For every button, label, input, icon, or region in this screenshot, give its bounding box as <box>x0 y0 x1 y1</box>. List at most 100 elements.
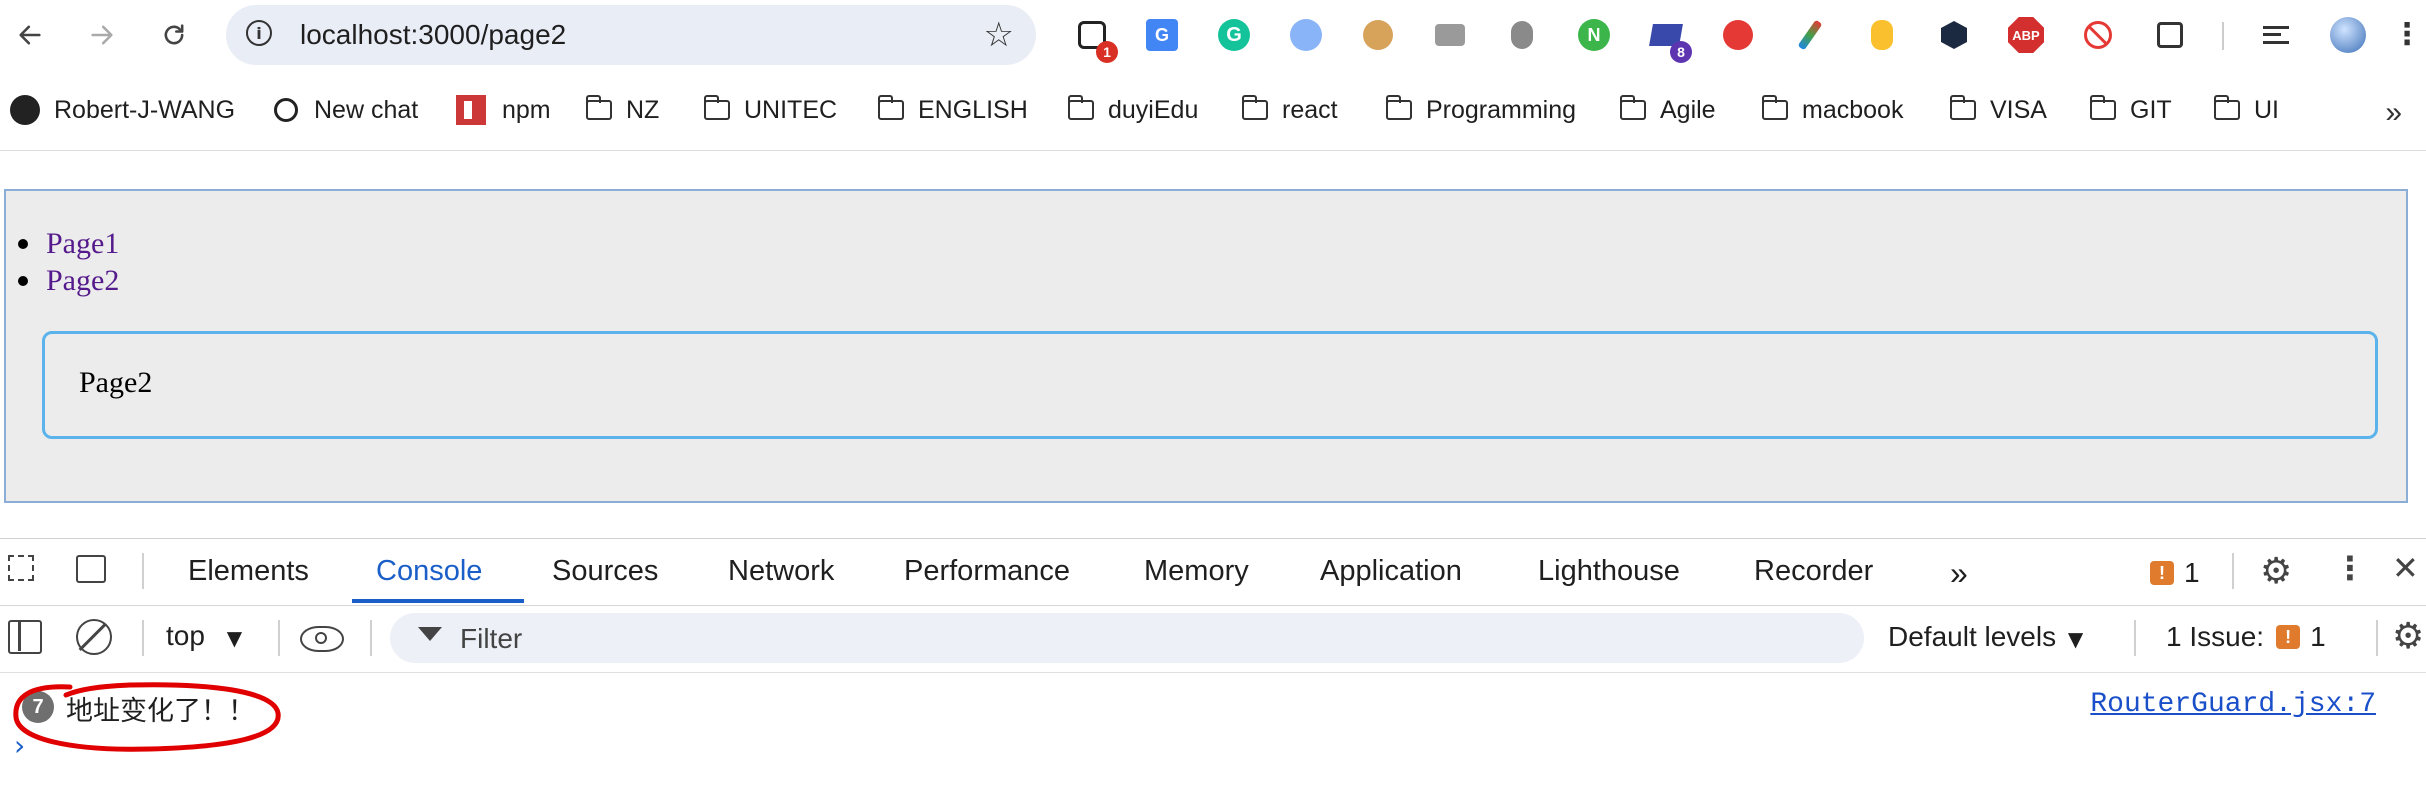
search-lens-icon[interactable] <box>1286 15 1326 55</box>
tab-console[interactable]: Console <box>376 555 482 588</box>
tab-memory[interactable]: Memory <box>1144 555 1249 588</box>
bookmark-folder[interactable]: macbook <box>1761 90 1903 130</box>
site-info-icon[interactable]: i <box>246 20 272 46</box>
sync-icon[interactable] <box>1718 15 1758 55</box>
bookmark-folder[interactable]: NZ <box>585 90 660 130</box>
extension-badge: 8 <box>1670 41 1692 63</box>
profile-avatar-icon[interactable] <box>2328 15 2368 55</box>
divider <box>370 620 372 656</box>
bug-icon[interactable] <box>1502 15 1542 55</box>
log-levels-dropdown[interactable]: Default levels ▼ <box>1888 621 2083 653</box>
issues-label-count: 1 <box>2310 621 2326 652</box>
console-source-link[interactable]: RouterGuard.jsx:7 <box>2090 689 2376 720</box>
settings-gear-icon[interactable]: ⚙ <box>2260 551 2292 592</box>
tab-recorder[interactable]: Recorder <box>1754 555 1873 588</box>
color-picker-icon[interactable] <box>1790 15 1830 55</box>
block-icon[interactable] <box>2078 15 2118 55</box>
bookmark-label: react <box>1282 95 1338 124</box>
devtools-panel: Elements Console Sources Network Perform… <box>0 538 2426 791</box>
chevron-down-icon: ▼ <box>2067 627 2084 651</box>
clear-console-icon[interactable] <box>76 619 112 655</box>
divider <box>2232 553 2234 589</box>
bookmark-folder[interactable]: react <box>1241 90 1338 130</box>
bookmark-folder[interactable]: Agile <box>1619 90 1716 130</box>
bookmark-label: npm <box>502 95 551 124</box>
active-tab-indicator <box>352 599 524 603</box>
device-toolbar-icon[interactable] <box>76 555 116 589</box>
tab-lighthouse[interactable]: Lighthouse <box>1538 555 1680 588</box>
close-icon[interactable]: ✕ <box>2392 549 2419 587</box>
media-queue-icon[interactable] <box>2256 15 2296 55</box>
more-vertical-icon[interactable]: ⋮ <box>2392 15 2422 55</box>
bookmark-item[interactable]: New chat <box>274 90 418 130</box>
bookmark-item[interactable]: Robert-J-WANG <box>10 90 235 130</box>
console-settings-gear-icon[interactable]: ⚙ <box>2392 616 2424 657</box>
forward-button[interactable] <box>82 13 122 57</box>
url-text[interactable]: localhost:3000/page2 <box>300 19 566 51</box>
more-tabs-button[interactable]: » <box>1950 555 1968 592</box>
adblock-plus-icon[interactable]: ABP <box>2006 15 2046 55</box>
folder-icon <box>877 95 904 120</box>
mouse-icon[interactable] <box>1862 15 1902 55</box>
tab-sources[interactable]: Sources <box>552 555 658 588</box>
bookmark-label: ENGLISH <box>918 95 1028 124</box>
bookmarks-bar: Robert-J-WANG New chat npm NZ UNITEC ENG… <box>0 82 2426 138</box>
graduation-cap-icon[interactable]: 8 <box>1646 15 1692 63</box>
folder-icon <box>1067 95 1094 120</box>
folder-icon <box>1761 95 1788 120</box>
eye-icon[interactable] <box>300 626 344 652</box>
grammarly-icon[interactable]: G <box>1214 15 1254 55</box>
cookie-icon[interactable] <box>1358 15 1398 55</box>
bookmark-label: GIT <box>2130 95 2172 124</box>
more-options-icon[interactable]: ⋮ <box>2334 549 2366 587</box>
bookmark-folder[interactable]: UNITEC <box>703 90 837 130</box>
puzzle-icon[interactable] <box>2150 15 2190 55</box>
google-translate-icon[interactable]: G <box>1142 15 1182 55</box>
github-icon <box>10 95 40 125</box>
page-viewport: Page1 Page2 Page2 <box>0 150 2426 539</box>
tab-application[interactable]: Application <box>1320 555 1462 588</box>
reload-button[interactable] <box>154 13 194 57</box>
star-icon[interactable]: ☆ <box>984 15 1014 55</box>
tab-network[interactable]: Network <box>728 555 834 588</box>
bookmarks-overflow-button[interactable]: » <box>2385 96 2402 130</box>
dark-hex-icon[interactable] <box>1934 15 1974 55</box>
tab-performance[interactable]: Performance <box>904 555 1070 588</box>
issues-link[interactable]: 1 Issue: ! 1 <box>2166 621 2326 653</box>
sidebar-toggle-icon[interactable] <box>8 620 42 654</box>
node-icon[interactable]: N <box>1574 15 1614 55</box>
levels-label: Default levels <box>1888 621 2057 652</box>
bookmark-label: Programming <box>1426 95 1577 124</box>
filter-input[interactable]: Filter <box>390 613 1864 663</box>
issues-button[interactable]: ! 1 <box>2150 557 2200 589</box>
bookmark-label: New chat <box>314 95 419 124</box>
tab-elements[interactable]: Elements <box>188 555 309 588</box>
folder-icon <box>2089 95 2116 120</box>
bookmark-folder[interactable]: Programming <box>1385 90 1577 130</box>
bookmark-item[interactable]: npm <box>456 90 551 130</box>
bookmark-folder[interactable]: duyiEdu <box>1067 90 1199 130</box>
address-bar[interactable]: i localhost:3000/page2 ☆ <box>226 5 1036 65</box>
bookmark-label: duyiEdu <box>1108 95 1199 124</box>
arrow-right-icon <box>91 25 113 45</box>
folder-icon <box>703 95 730 120</box>
reload-icon <box>164 24 184 45</box>
camera-icon[interactable] <box>1430 15 1470 55</box>
openai-icon <box>274 98 298 122</box>
bookmark-folder[interactable]: ENGLISH <box>877 90 1028 130</box>
page2-link[interactable]: Page2 <box>46 264 119 298</box>
inspect-element-icon[interactable] <box>8 555 42 589</box>
divider <box>142 620 144 656</box>
bookmark-folder[interactable]: VISA <box>1949 90 2047 130</box>
console-message-row: 7 地址变化了！！ RouterGuard.jsx:7 <box>0 679 2426 729</box>
bookmark-label: NZ <box>626 95 660 124</box>
route-content-text: Page2 <box>79 366 153 399</box>
context-selector[interactable]: top ▼ <box>166 620 242 652</box>
annotation-red-circle <box>13 682 281 752</box>
bookmark-folder[interactable]: UI <box>2213 90 2279 130</box>
bullet <box>18 275 28 286</box>
toolbox-extension-icon[interactable]: 1 <box>1072 15 1118 63</box>
bookmark-folder[interactable]: GIT <box>2089 90 2172 130</box>
back-button[interactable] <box>10 13 50 57</box>
page1-link[interactable]: Page1 <box>46 227 119 261</box>
